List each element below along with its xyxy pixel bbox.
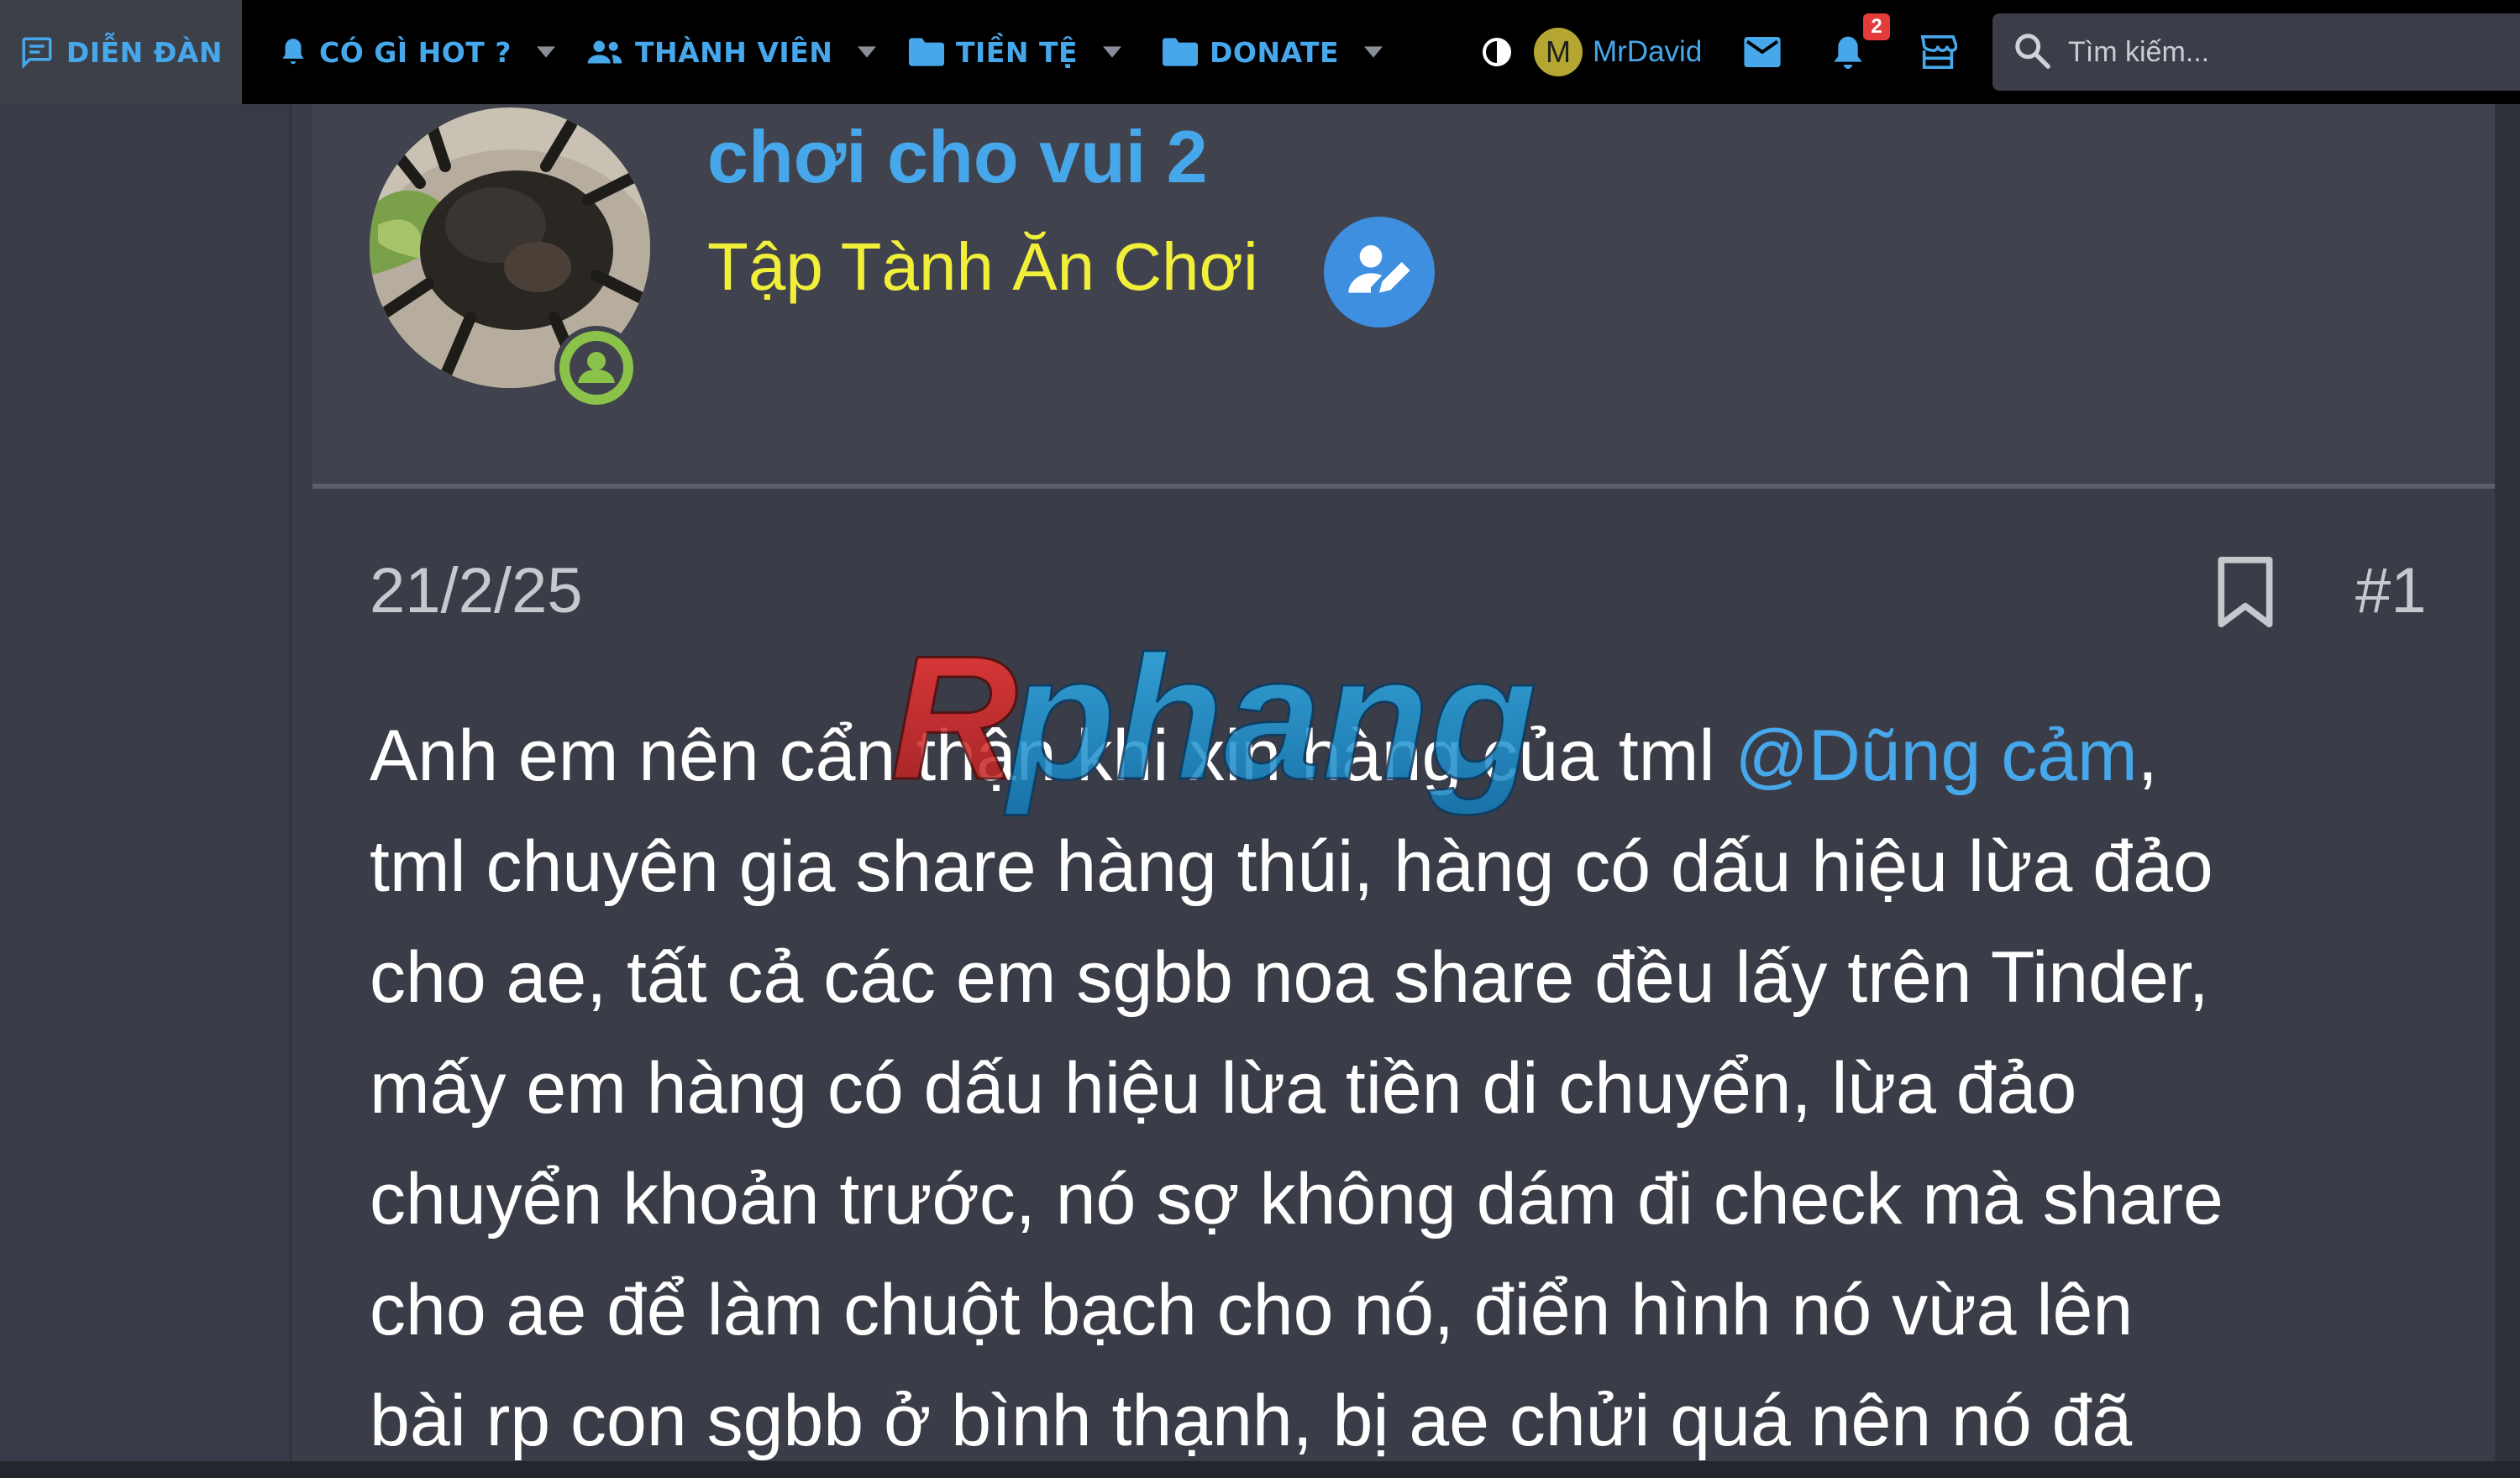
account-username: MrDavid <box>1593 35 1703 68</box>
rphang-watermark-logo: R phang <box>882 618 1638 828</box>
search-icon <box>2013 31 2051 73</box>
nav-item-donate[interactable]: DONATE <box>1163 0 1383 104</box>
post-date[interactable]: 21/2/25 <box>370 554 583 627</box>
post-line: chuyển khoản trước, nó sợ không dám đi c… <box>370 1159 2223 1240</box>
sidebar-divider <box>290 104 291 1461</box>
search-box[interactable] <box>1992 13 2520 91</box>
store-icon[interactable] <box>1919 0 1957 104</box>
post-line: cho ae để làm chuột bạch cho nó, điển hì… <box>370 1270 2134 1350</box>
chevron-down-icon[interactable] <box>536 46 555 58</box>
chevron-down-icon[interactable] <box>1364 46 1383 58</box>
top-navigation: DIỄN ĐÀN CÓ GÌ HOT ? THÀNH VIÊN TIỀN TỆ <box>0 0 2520 104</box>
folder-icon <box>909 38 944 66</box>
user-edit-icon <box>1346 237 1413 307</box>
svg-text:phang: phang <box>1004 632 1537 816</box>
bell-icon <box>277 35 309 69</box>
inbox-icon[interactable] <box>1744 0 1781 104</box>
post-line: mấy em hàng có dấu hiệu lừa tiền di chuy… <box>370 1048 2077 1129</box>
online-status-icon <box>554 326 638 410</box>
nav-label-currency: TIỀN TỆ <box>956 35 1078 69</box>
nav-item-currency[interactable]: TIỀN TỆ <box>909 0 1121 104</box>
forum-icon <box>19 34 55 70</box>
members-icon <box>586 37 623 67</box>
nav-item-forum[interactable]: DIỄN ĐÀN <box>0 0 242 104</box>
chevron-down-icon[interactable] <box>1103 46 1121 58</box>
chevron-down-icon[interactable] <box>858 46 877 58</box>
nav-item-hot[interactable]: CÓ GÌ HOT ? <box>277 0 555 104</box>
post-line: cho ae, tất cả các em sgbb noa share đều… <box>370 937 2209 1018</box>
bottom-bar <box>0 1461 2520 1478</box>
left-sidebar <box>0 104 290 1461</box>
post-number[interactable]: #1 <box>2355 554 2427 627</box>
search-input[interactable] <box>2066 34 2507 70</box>
nav-label-hot: CÓ GÌ HOT ? <box>319 35 512 69</box>
folder-icon <box>1163 38 1198 66</box>
svg-text:R: R <box>890 632 1018 816</box>
account-menu[interactable]: M MrDavid <box>1534 0 1702 104</box>
post-line: bài rp con sgbb ở bình thạnh, bị ae chửi… <box>370 1381 2133 1461</box>
theme-toggle-icon[interactable] <box>1480 0 1514 104</box>
bookmark-icon[interactable] <box>2216 556 2275 632</box>
page-gutter <box>2495 104 2520 1461</box>
nav-label-members: THÀNH VIÊN <box>635 35 833 69</box>
avatar: M <box>1534 28 1583 76</box>
nav-item-members[interactable]: THÀNH VIÊN <box>586 0 877 104</box>
nav-label-donate: DONATE <box>1210 35 1340 69</box>
notification-count-badge: 2 <box>1863 13 1890 40</box>
user-mention-link[interactable]: @Dũng cảm <box>1735 715 2137 796</box>
notifications-bell-icon[interactable] <box>1831 0 1865 104</box>
user-title: Tập Tành Ăn Chơi <box>707 229 1258 304</box>
thread-username[interactable]: chơi cho vui 2 <box>707 114 1208 200</box>
nav-label-forum: DIỄN ĐÀN <box>66 35 223 69</box>
edit-profile-button[interactable] <box>1324 217 1435 328</box>
